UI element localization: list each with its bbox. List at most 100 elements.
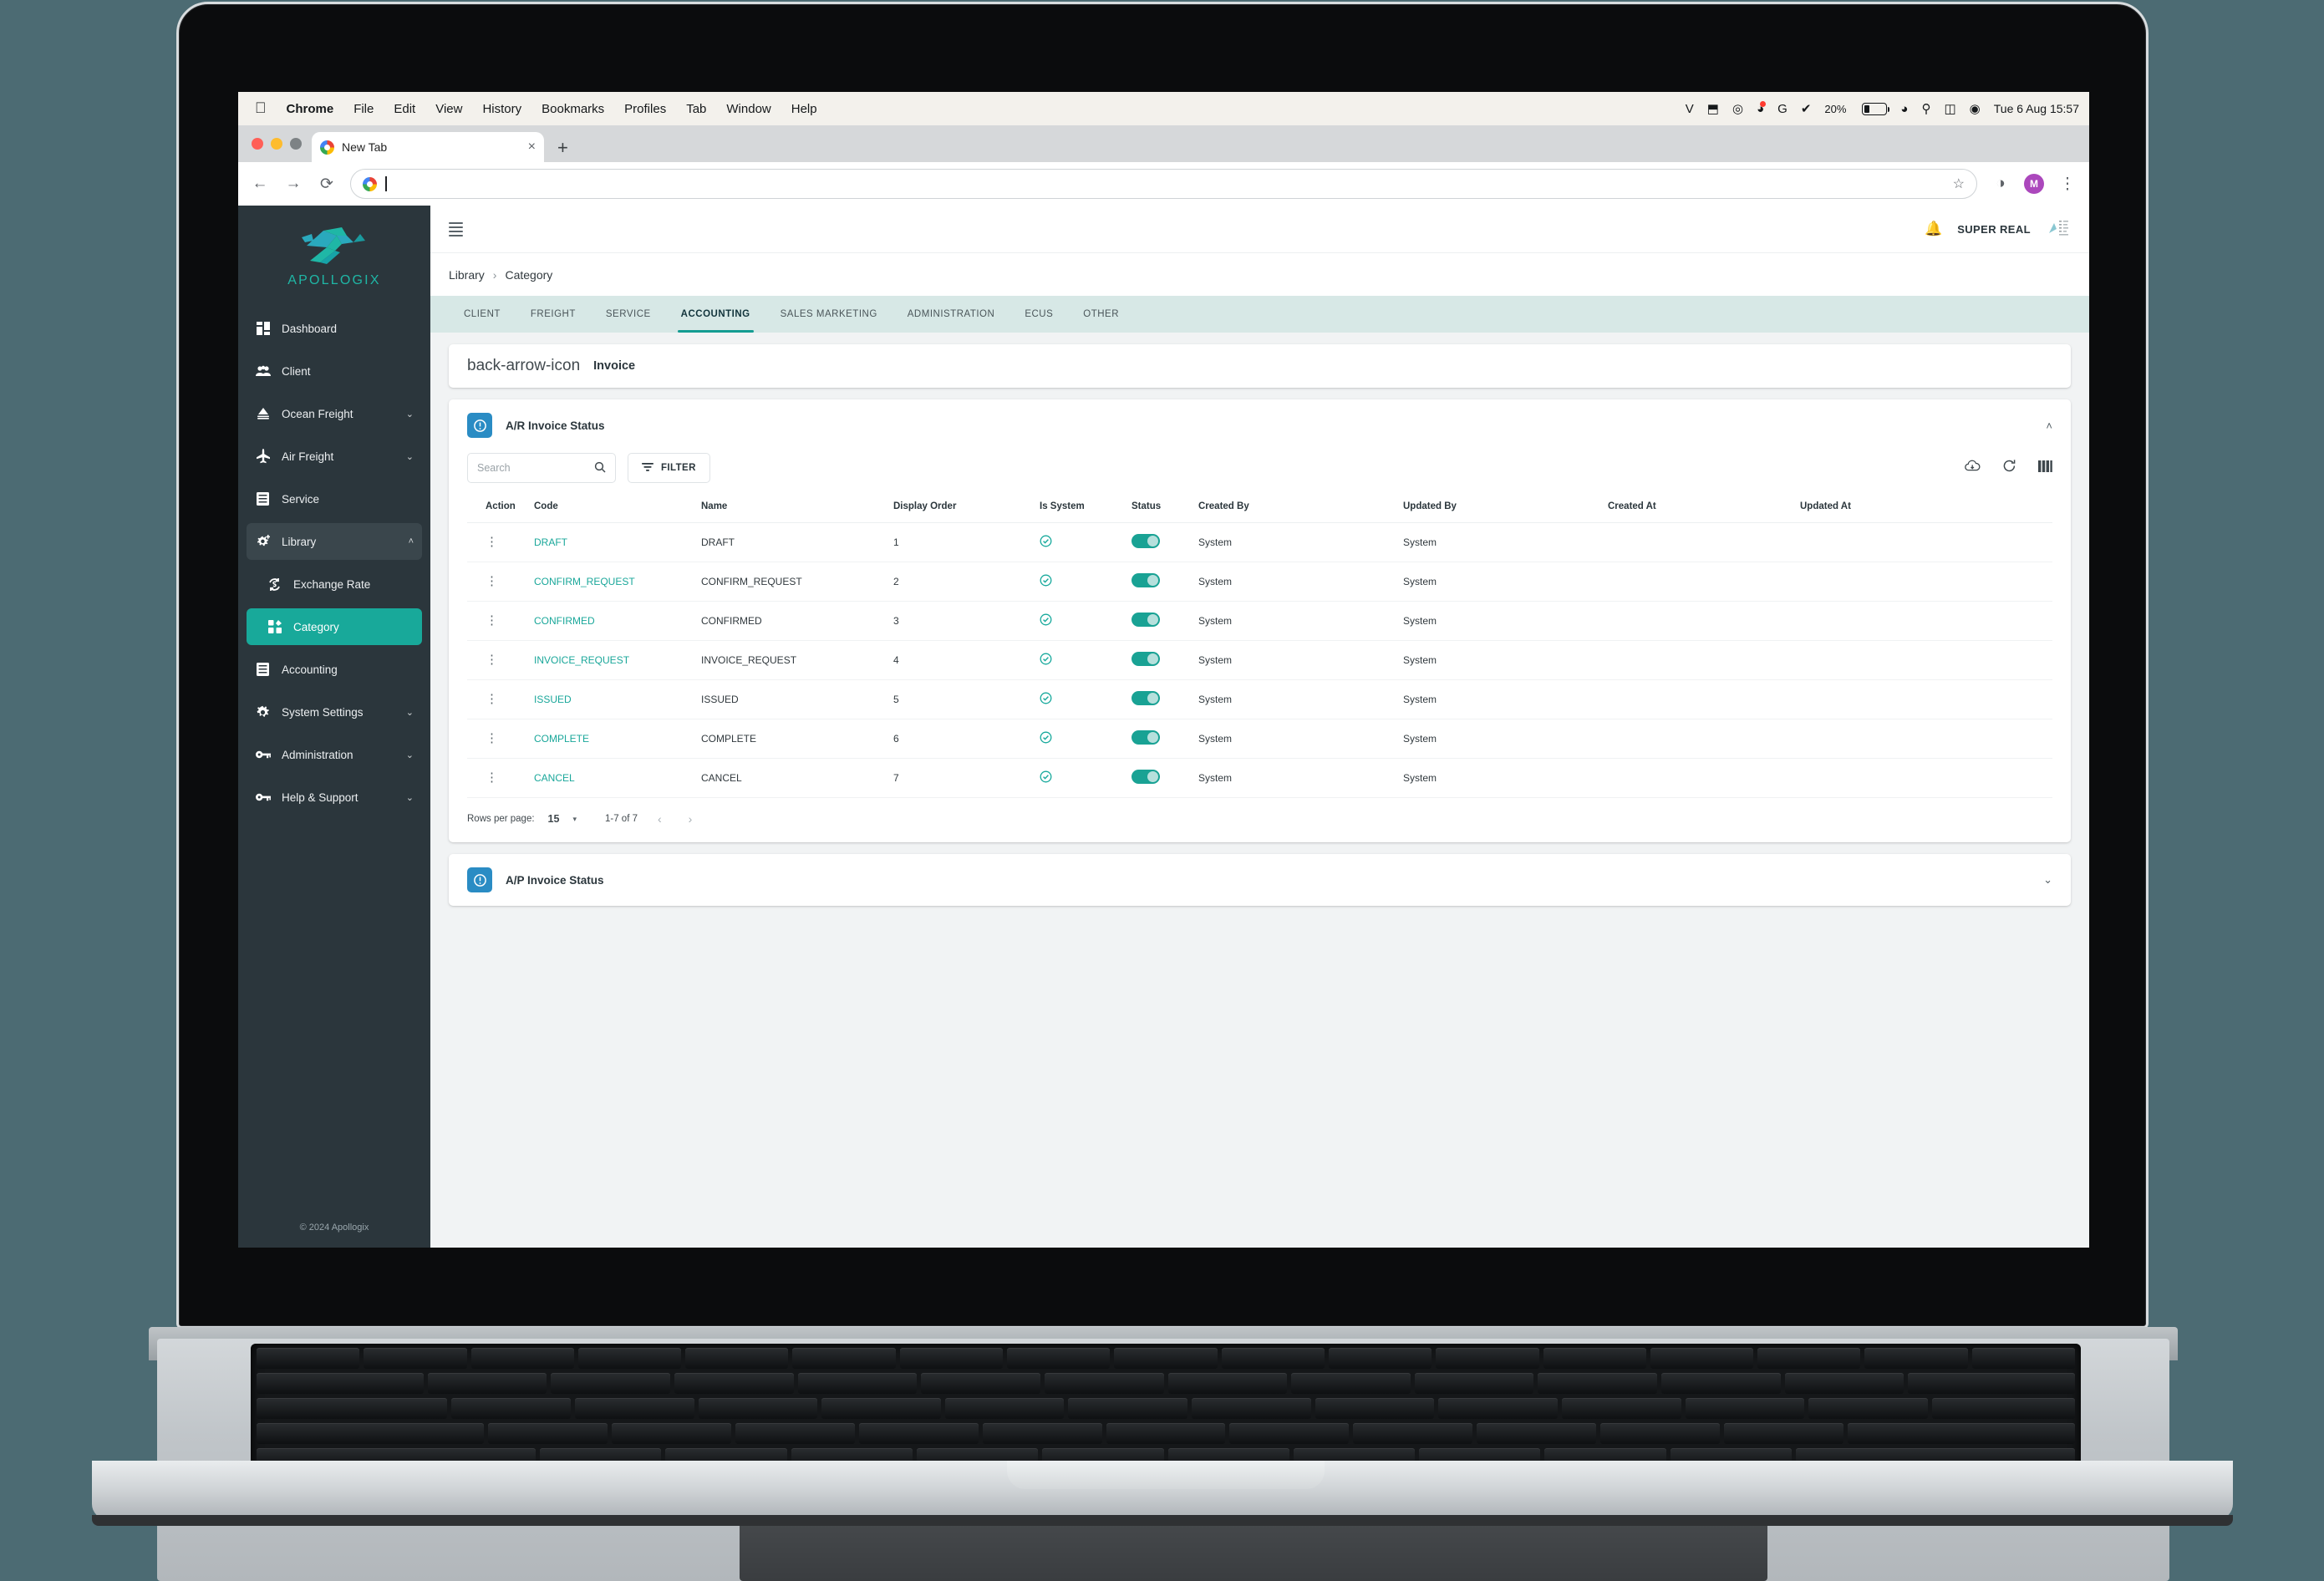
sidebar-item-exchange-rate[interactable]: Exchange Rate [247,566,422,602]
table-row[interactable]: ⋮COMPLETECOMPLETE6SystemSystem [467,719,2052,759]
browser-tab[interactable]: New Tab × [312,132,544,162]
row-status-toggle[interactable] [1126,759,1193,798]
chevron-down-icon[interactable]: ⌄ [2043,873,2052,887]
siri-icon[interactable]: ◉ [1970,101,1981,116]
chrome-menu-icon[interactable]: ⋮ [2057,175,2077,194]
row-status-toggle[interactable] [1126,602,1193,641]
search-icon[interactable] [594,461,606,475]
tab-administration[interactable]: ADMINISTRATION [892,296,1010,333]
table-row[interactable]: ⋮DRAFTDRAFT1SystemSystem [467,523,2052,562]
table-row[interactable]: ⋮ISSUEDISSUED5SystemSystem [467,680,2052,719]
table-row[interactable]: ⋮CONFIRMEDCONFIRMED3SystemSystem [467,602,2052,641]
tab-sales-marketing[interactable]: SALES MARKETING [765,296,892,333]
address-bar[interactable]: ☆ [350,169,1977,199]
row-action-menu[interactable]: ⋮ [467,719,529,759]
menu-bar-clock[interactable]: Tue 6 Aug 15:57 [1994,102,2079,115]
sidebar-item-category[interactable]: Category [247,608,422,645]
minimize-window-button[interactable] [271,138,282,150]
grammarly-icon[interactable]: G [1777,102,1787,116]
vpn-v-icon[interactable]: V [1686,102,1694,116]
sidebar-item-ocean-freight[interactable]: Ocean Freight ⌄ [247,395,422,432]
sidebar-item-library[interactable]: Library ˄ [247,523,422,560]
filter-button[interactable]: FILTER [628,453,710,483]
chevron-down-icon[interactable]: ⌄ [406,792,414,803]
sidebar-item-help-support[interactable]: Help & Support ⌄ [247,779,422,816]
row-status-toggle[interactable] [1126,562,1193,602]
row-action-menu[interactable]: ⋮ [467,602,529,641]
chevron-down-icon[interactable]: ⌄ [406,750,414,760]
sidebar-item-client[interactable]: Client [247,353,422,389]
next-page-button[interactable]: › [682,812,699,826]
new-tab-button[interactable]: + [544,139,580,162]
menu-window[interactable]: Window [716,102,781,116]
sidebar-item-air-freight[interactable]: Air Freight ⌄ [247,438,422,475]
chevron-up-icon[interactable]: ˄ [2046,419,2052,432]
extensions-icon[interactable]: ◑ [1991,175,2011,193]
search-input[interactable]: Search [467,453,616,483]
cloud-sync-icon[interactable]: ◎ [1732,101,1743,116]
menu-tab[interactable]: Tab [676,102,716,116]
control-center-icon[interactable]: ◫ [1944,101,1955,116]
refresh-icon[interactable] [2002,459,2016,477]
row-status-toggle[interactable] [1126,680,1193,719]
tab-client[interactable]: CLIENT [449,296,516,333]
row-action-menu[interactable]: ⋮ [467,641,529,680]
close-tab-icon[interactable]: × [528,140,536,155]
sidebar-item-system-settings[interactable]: System Settings ⌄ [247,694,422,730]
app-logo[interactable]: APOLLOGIX [238,206,430,310]
tab-ecus[interactable]: ECUS [1009,296,1068,333]
row-code-link[interactable]: ISSUED [529,680,696,719]
chevron-down-icon[interactable]: ⌄ [406,707,414,718]
row-action-menu[interactable]: ⋮ [467,562,529,602]
search-icon[interactable]: ⚲ [1921,101,1930,116]
resize-icon[interactable]: ⬒ [1707,101,1719,116]
row-code-link[interactable]: DRAFT [529,523,696,562]
battery-icon[interactable] [1862,103,1887,115]
columns-icon[interactable] [2038,460,2052,476]
row-status-toggle[interactable] [1126,641,1193,680]
menu-help[interactable]: Help [781,102,827,116]
back-arrow-icon[interactable]: back-arrow-icon [467,357,580,375]
row-action-menu[interactable]: ⋮ [467,680,529,719]
ar-panel-header[interactable]: A/R Invoice Status ˄ [449,399,2071,451]
sidebar-item-service[interactable]: Service [247,480,422,517]
ap-panel-header[interactable]: A/P Invoice Status ⌄ [449,854,2071,906]
sidebar-item-accounting[interactable]: Accounting [247,651,422,688]
row-code-link[interactable]: COMPLETE [529,719,696,759]
cloud-download-icon[interactable] [1965,460,1981,476]
wifi-icon[interactable]: ◕ [1900,102,1908,116]
bookmark-star-icon[interactable]: ☆ [1953,175,1965,192]
close-window-button[interactable] [252,138,263,150]
menu-history[interactable]: History [472,102,531,116]
menu-file[interactable]: File [343,102,384,116]
rows-per-page-value[interactable]: 15 [548,813,560,825]
sidebar-item-administration[interactable]: Administration ⌄ [247,736,422,773]
breadcrumb-parent[interactable]: Library [449,268,485,282]
table-row[interactable]: ⋮INVOICE_REQUESTINVOICE_REQUEST4SystemSy… [467,641,2052,680]
tab-other[interactable]: OTHER [1068,296,1134,333]
chevron-down-icon[interactable]: ▾ [572,815,577,824]
row-code-link[interactable]: CANCEL [529,759,696,798]
reload-icon[interactable]: ⟳ [317,175,337,194]
menu-view[interactable]: View [425,102,472,116]
back-icon[interactable]: ← [250,175,270,193]
profile-avatar[interactable]: M [2024,174,2044,194]
table-row[interactable]: ⋮CANCELCANCEL7SystemSystem [467,759,2052,798]
menu-profiles[interactable]: Profiles [614,102,676,116]
table-row[interactable]: ⋮CONFIRM_REQUESTCONFIRM_REQUEST2SystemSy… [467,562,2052,602]
row-status-toggle[interactable] [1126,523,1193,562]
forward-icon[interactable]: → [283,175,303,193]
checkmark-shield-icon[interactable]: ✔ [1801,101,1812,116]
tab-accounting[interactable]: ACCOUNTING [666,296,765,333]
row-code-link[interactable]: CONFIRM_REQUEST [529,562,696,602]
previous-page-button[interactable]: ‹ [651,812,669,826]
row-status-toggle[interactable] [1126,719,1193,759]
menu-edit[interactable]: Edit [384,102,425,116]
bell-icon[interactable]: 🔔 [1925,221,1942,237]
menu-chrome[interactable]: Chrome [277,102,344,116]
messages-icon[interactable]: ◕ [1757,102,1764,116]
row-action-menu[interactable]: ⋮ [467,759,529,798]
row-code-link[interactable]: INVOICE_REQUEST [529,641,696,680]
hamburger-icon[interactable] [449,222,463,236]
chevron-down-icon[interactable]: ⌄ [406,409,414,419]
